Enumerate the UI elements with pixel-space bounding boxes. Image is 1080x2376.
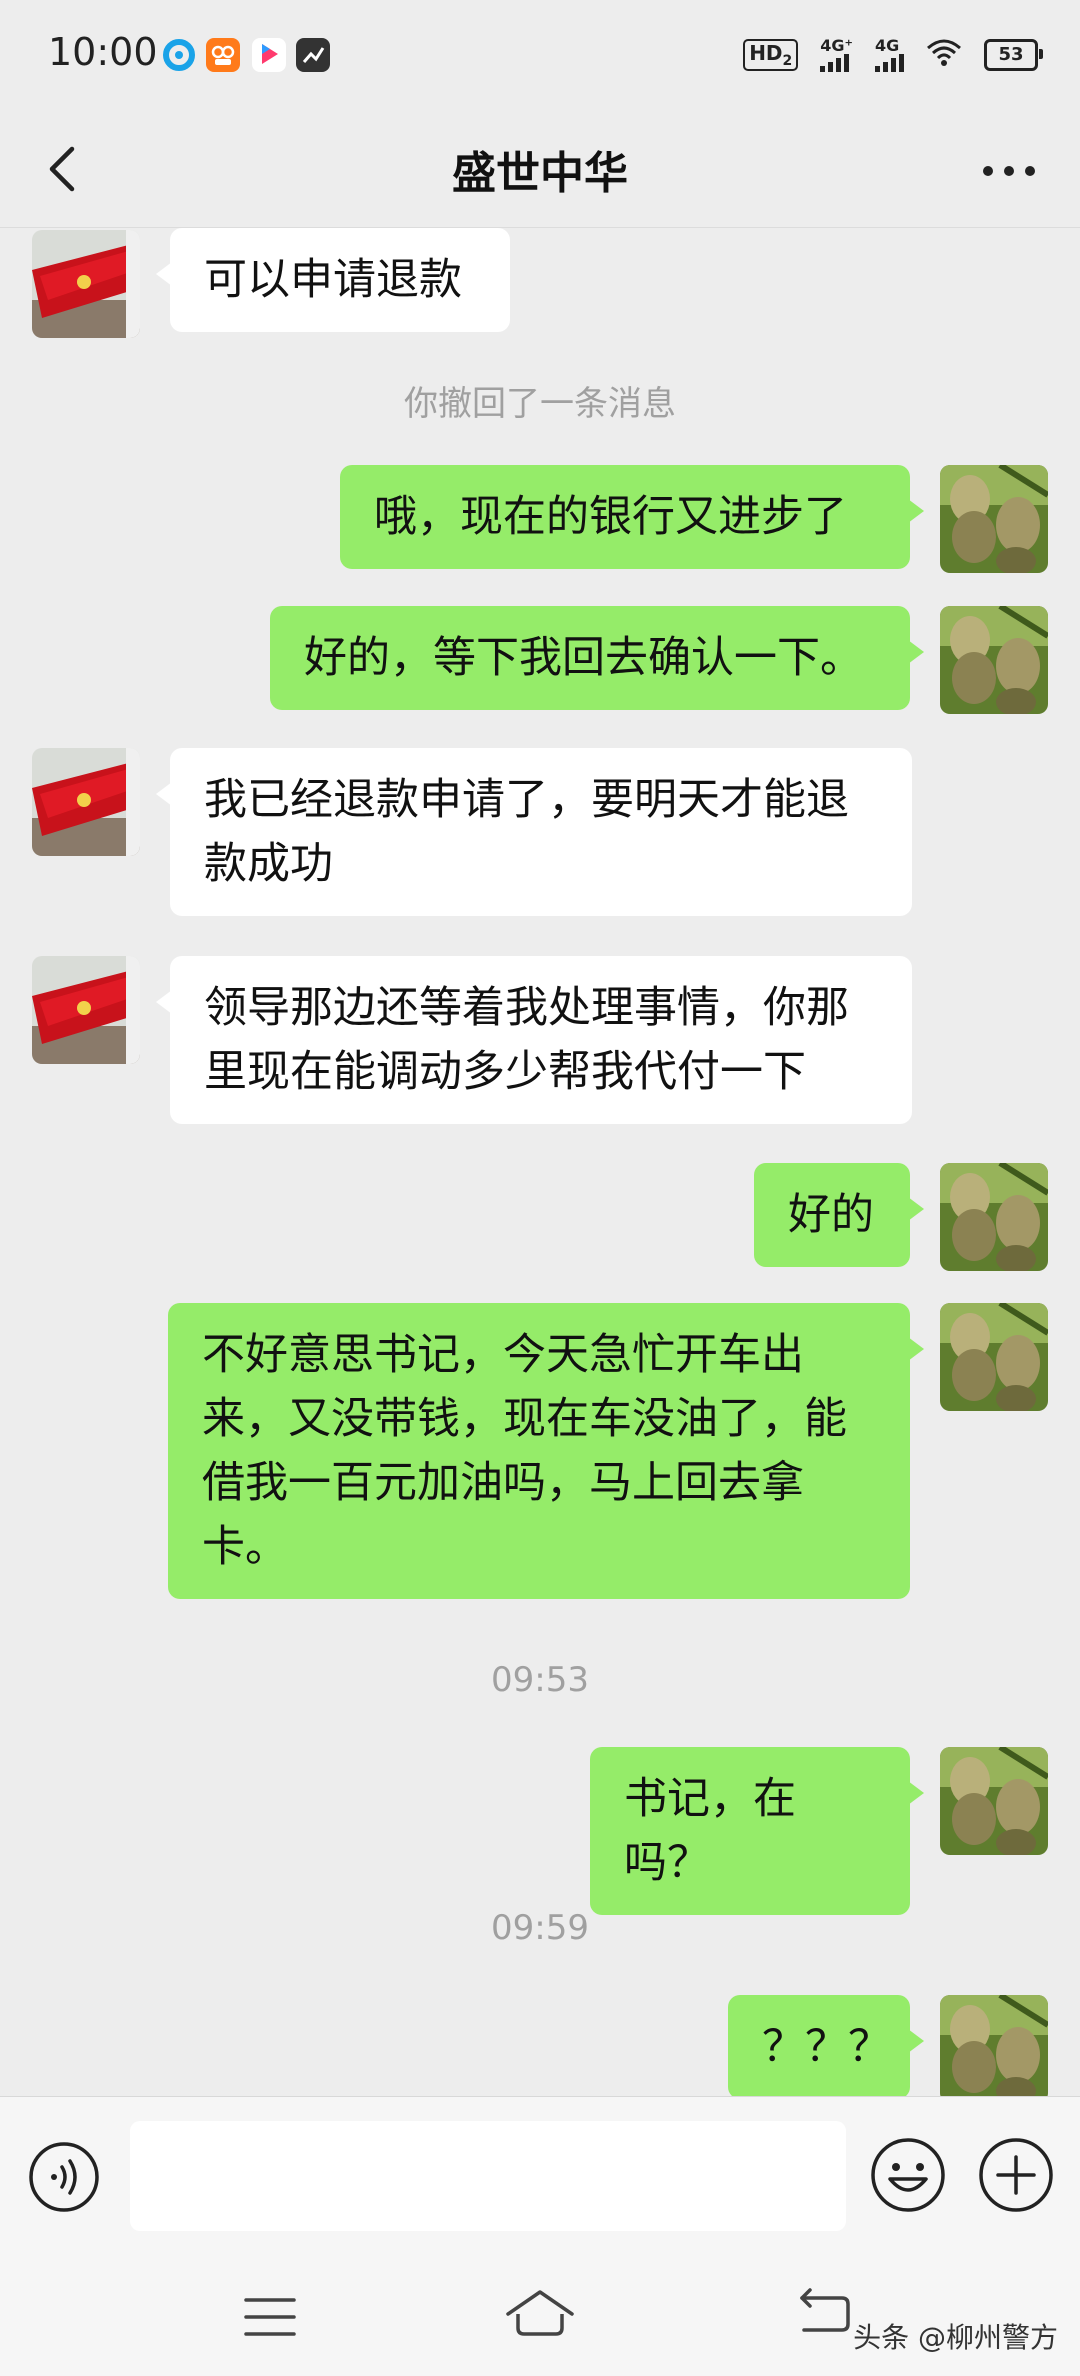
my-avatar[interactable] [940, 1303, 1048, 1411]
chat-title: 盛世中华 [452, 148, 628, 199]
smiley-icon [871, 2138, 945, 2212]
contact-avatar[interactable] [32, 956, 140, 1064]
signal-1-icon: 4G⁺ [820, 38, 853, 72]
timestamp: 09:59 [491, 1908, 589, 1948]
back-arrow-icon [800, 2288, 850, 2332]
incoming-message[interactable]: 可以申请退款 [156, 228, 510, 332]
message-input[interactable] [130, 2121, 846, 2231]
timestamp: 09:53 [491, 1660, 589, 1700]
incoming-message[interactable]: 我已经退款申请了，要明天才能退款成功 [156, 748, 912, 916]
contact-avatar[interactable] [32, 748, 140, 856]
my-avatar[interactable] [940, 1995, 1048, 2096]
chat-header: 盛世中华 [0, 115, 1080, 228]
my-avatar[interactable] [940, 606, 1048, 714]
my-avatar[interactable] [940, 465, 1048, 573]
recalled-notice: 你撤回了一条消息 [404, 384, 676, 424]
youku-app-icon [252, 38, 286, 72]
plus-icon [979, 2138, 1053, 2212]
status-bar: 10:00 HD2 4G⁺ 4G 53 [0, 0, 1080, 115]
outgoing-message[interactable]: 书记，在吗？ [590, 1747, 924, 1915]
incoming-message[interactable]: 领导那边还等着我处理事情，你那里现在能调动多少帮我代付一下 [156, 956, 912, 1124]
voice-icon [29, 2142, 99, 2212]
message-list[interactable]: 可以申请退款 你撤回了一条消息 哦，现在的银行又进步了 好的，等下我回去确认一下… [0, 228, 1080, 2096]
menu-icon [244, 2298, 296, 2336]
more-dots-icon [983, 166, 1035, 176]
my-avatar[interactable] [940, 1163, 1048, 1271]
outgoing-message[interactable]: 哦，现在的银行又进步了 [340, 465, 924, 569]
sport-app-icon [296, 38, 330, 72]
status-time: 10:00 [48, 30, 158, 74]
hd-voice-icon: HD2 [743, 39, 799, 71]
browser-app-icon [162, 38, 196, 72]
signal-2-icon: 4G [875, 38, 904, 72]
emoji-button[interactable] [868, 2135, 948, 2215]
outgoing-message[interactable]: ？？？ [728, 1995, 924, 2096]
wifi-icon [926, 38, 962, 72]
system-nav-bar: 头条 @柳州警方 [0, 2256, 1080, 2376]
input-bar [0, 2096, 1080, 2257]
orange-app-icon [206, 38, 240, 72]
watermark: 头条 @柳州警方 [853, 2321, 1058, 2354]
more-options-button[interactable] [974, 141, 1044, 201]
system-back-button[interactable] [792, 2284, 854, 2340]
outgoing-message[interactable]: 不好意思书记，今天急忙开车出来，又没带钱，现在车没油了，能借我一百元加油吗，马上… [168, 1303, 924, 1599]
home-icon [506, 2290, 574, 2336]
status-indicators: HD2 4G⁺ 4G 53 [743, 38, 1043, 72]
contact-avatar[interactable] [32, 230, 140, 338]
outgoing-message[interactable]: 好的，等下我回去确认一下。 [270, 606, 924, 710]
my-avatar[interactable] [940, 1747, 1048, 1855]
recent-apps-button[interactable] [240, 2292, 300, 2342]
battery-icon: 53 [984, 39, 1043, 71]
more-functions-button[interactable] [976, 2135, 1056, 2215]
outgoing-message[interactable]: 好的 [754, 1163, 924, 1267]
home-button[interactable] [502, 2284, 578, 2344]
voice-input-button[interactable] [28, 2141, 100, 2213]
